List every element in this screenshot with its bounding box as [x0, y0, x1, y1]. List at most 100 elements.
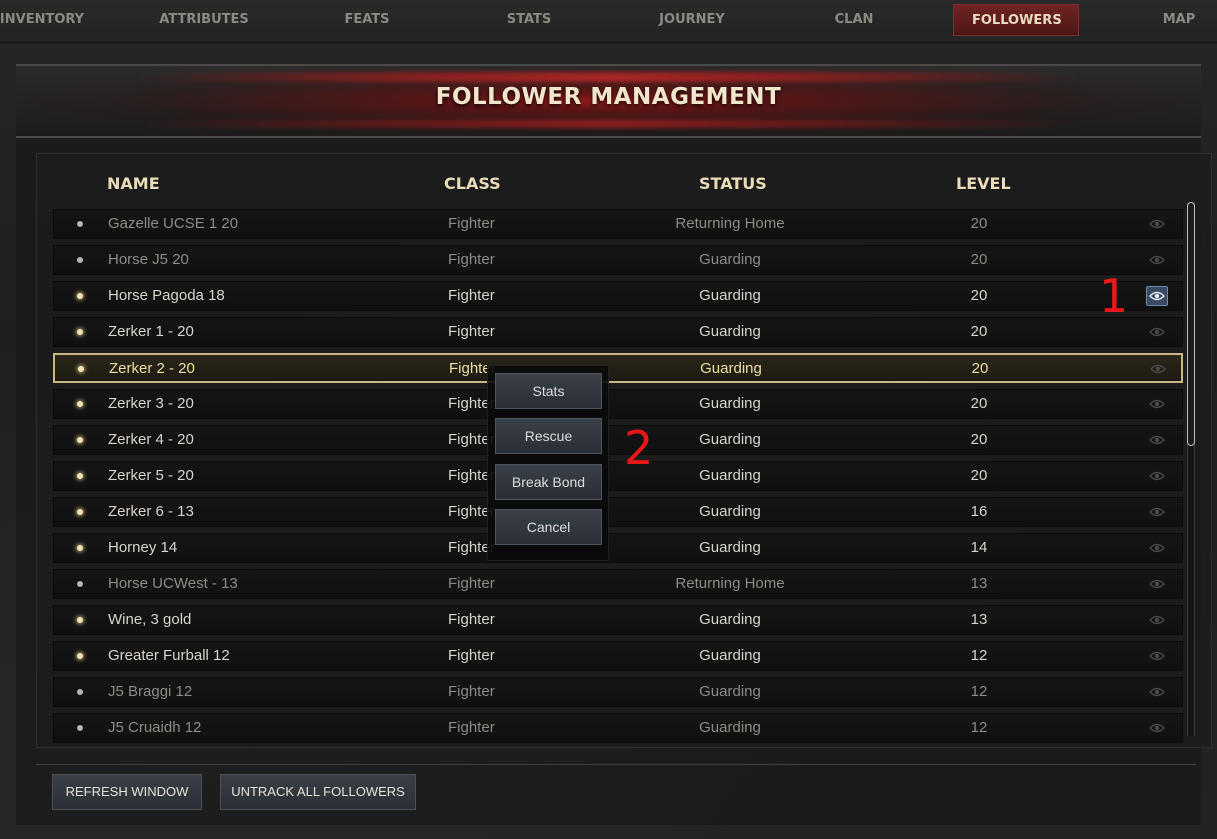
follower-row[interactable]: Horse Pagoda 18 Fighter Guarding 20	[53, 281, 1183, 311]
tab-feats[interactable]: FEATS	[344, 4, 389, 36]
follower-name: Zerker 3 - 20	[108, 395, 194, 412]
follower-class: Fighter	[448, 719, 495, 736]
annotation-marker-2: 2	[624, 421, 654, 475]
follower-class: Fighter	[448, 395, 495, 412]
menu-item-cancel[interactable]: Cancel	[495, 509, 602, 545]
follower-name: J5 Braggi 12	[108, 683, 193, 700]
tab-attributes[interactable]: ATTRIBUTES	[159, 4, 249, 36]
follower-name: Zerker 4 - 20	[108, 431, 194, 448]
tab-clan[interactable]: CLAN	[835, 4, 874, 36]
follower-class: Fighter	[448, 647, 495, 664]
follower-class: Fighter	[448, 467, 495, 484]
scrollbar-thumb[interactable]	[1187, 202, 1195, 446]
follower-row[interactable]: Greater Furball 12 Fighter Guarding 12	[53, 641, 1183, 671]
follower-level: 12	[970, 683, 988, 700]
follower-level: 20	[970, 323, 988, 340]
follower-row[interactable]: Horse J5 20 Fighter Guarding 20	[53, 245, 1183, 275]
track-eye-icon[interactable]	[1146, 394, 1168, 414]
follower-status: Returning Home	[675, 575, 785, 592]
track-eye-icon[interactable]	[1146, 502, 1168, 522]
follower-status: Returning Home	[675, 215, 785, 232]
status-dot-icon	[77, 689, 83, 695]
follower-row[interactable]: Zerker 5 - 20 Fighter Guarding 20	[53, 461, 1183, 491]
follower-row[interactable]: Zerker 2 - 20 Fighter Guarding 20	[53, 353, 1183, 383]
follower-row[interactable]: Zerker 1 - 20 Fighter Guarding 20	[53, 317, 1183, 347]
tab-followers[interactable]: FOLLOWERS	[953, 4, 1079, 36]
follower-status: Guarding	[699, 431, 761, 448]
follower-name: Horse UCWest - 13	[108, 575, 238, 592]
status-dot-icon	[77, 545, 83, 551]
follower-level: 20	[970, 251, 988, 268]
follower-name: Zerker 6 - 13	[108, 503, 194, 520]
refresh-window-button[interactable]: REFRESH WINDOW	[52, 774, 202, 810]
status-dot-icon	[78, 366, 84, 372]
follower-status: Guarding	[699, 647, 761, 664]
follower-row[interactable]: J5 Braggi 12 Fighter Guarding 12	[53, 677, 1183, 707]
column-header-status: STATUS	[699, 174, 767, 193]
follower-name: Greater Furball 12	[108, 647, 230, 664]
follower-status: Guarding	[699, 395, 761, 412]
follower-row[interactable]: Gazelle UCSE 1 20 Fighter Returning Home 20	[53, 209, 1183, 239]
follower-name: Horse Pagoda 18	[108, 287, 225, 304]
follower-level: 13	[970, 575, 988, 592]
follower-level: 20	[970, 431, 988, 448]
menu-item-rescue[interactable]: Rescue	[495, 418, 602, 454]
follower-status: Guarding	[699, 719, 761, 736]
follower-row[interactable]: Zerker 6 - 13 Fighter Guarding 16	[53, 497, 1183, 527]
follower-status: Guarding	[699, 251, 761, 268]
follower-name: Gazelle UCSE 1 20	[108, 215, 239, 232]
track-eye-icon[interactable]	[1146, 682, 1168, 702]
follower-class: Fighter	[448, 323, 495, 340]
follower-row[interactable]: Zerker 3 - 20 Fighter Guarding 20	[53, 389, 1183, 419]
status-dot-icon	[77, 257, 83, 263]
follower-class: Fighter	[448, 287, 495, 304]
track-eye-icon[interactable]	[1146, 610, 1168, 630]
track-eye-icon[interactable]	[1146, 718, 1168, 738]
follower-name: Wine, 3 gold	[108, 611, 192, 628]
track-eye-icon[interactable]	[1146, 322, 1168, 342]
follower-class: Fighter	[448, 503, 495, 520]
follower-status: Guarding	[699, 611, 761, 628]
tab-map[interactable]: MAP	[1163, 4, 1196, 36]
status-dot-icon	[77, 581, 83, 587]
tab-journey[interactable]: JOURNEY	[659, 4, 725, 36]
follower-row[interactable]: Horse UCWest - 13 Fighter Returning Home 13	[53, 569, 1183, 599]
column-header-level: LEVEL	[956, 174, 1011, 193]
track-eye-icon[interactable]	[1146, 646, 1168, 666]
follower-class: Fighter	[448, 215, 495, 232]
status-dot-icon	[77, 329, 83, 335]
follower-class: Fighter	[448, 611, 495, 628]
follower-class: Fighter	[448, 431, 495, 448]
tab-stats[interactable]: STATS	[507, 4, 552, 36]
follower-row[interactable]: J5 Cruaidh 12 Fighter Guarding 12	[53, 713, 1183, 743]
status-dot-icon	[77, 293, 83, 299]
follower-level: 12	[970, 719, 988, 736]
track-eye-icon[interactable]	[1146, 214, 1168, 234]
status-dot-icon	[77, 221, 83, 227]
follower-level: 20	[970, 395, 988, 412]
track-eye-icon[interactable]	[1146, 286, 1168, 306]
menu-item-break-bond[interactable]: Break Bond	[495, 464, 602, 500]
menu-item-stats[interactable]: Stats	[495, 373, 602, 409]
follower-name: J5 Cruaidh 12	[108, 719, 202, 736]
track-eye-icon[interactable]	[1146, 430, 1168, 450]
tab-inventory[interactable]: INVENTORY	[0, 4, 84, 36]
follower-status: Guarding	[699, 467, 761, 484]
follower-level: 16	[970, 503, 988, 520]
track-eye-icon[interactable]	[1147, 359, 1169, 379]
untrack-all-followers-button[interactable]: UNTRACK ALL FOLLOWERS	[220, 774, 416, 810]
status-dot-icon	[77, 473, 83, 479]
list-scrollbar[interactable]	[1187, 202, 1195, 736]
column-header-name: NAME	[107, 174, 160, 193]
track-eye-icon[interactable]	[1146, 466, 1168, 486]
top-navigation: INVENTORY ATTRIBUTES FEATS STATS JOURNEY…	[0, 0, 1217, 43]
follower-row[interactable]: Wine, 3 gold Fighter Guarding 13	[53, 605, 1183, 635]
track-eye-icon[interactable]	[1146, 250, 1168, 270]
track-eye-icon[interactable]	[1146, 574, 1168, 594]
track-eye-icon[interactable]	[1146, 538, 1168, 558]
follower-level: 20	[970, 287, 988, 304]
follower-status: Guarding	[700, 360, 762, 377]
follower-row[interactable]: Zerker 4 - 20 Fighter Guarding 20	[53, 425, 1183, 455]
follower-name: Horse J5 20	[108, 251, 189, 268]
follower-row[interactable]: Horney 14 Fighter Guarding 14	[53, 533, 1183, 563]
